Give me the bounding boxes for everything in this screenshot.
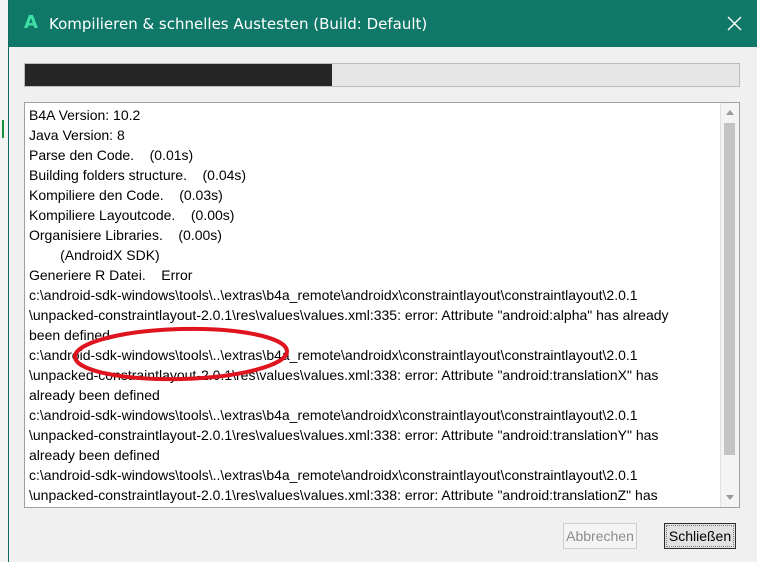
log-line: Building folders structure. (0.04s) [29,167,247,183]
log-line: been defined [29,327,110,343]
window-title: Kompilieren & schnelles Austesten (Build… [49,15,428,33]
title-bar[interactable]: A Kompilieren & schnelles Austesten (Bui… [9,0,757,47]
background-marker [2,120,4,138]
log-line: \unpacked-constraintlayout-2.0.1\res\val… [29,427,659,443]
build-log-text: B4A Version: 10.2 Java Version: 8 Parse de… [29,105,719,505]
log-line: c:\android-sdk-windows\tools\..\extras\b… [29,287,638,303]
log-line: c:\android-sdk-windows\tools\..\extras\b… [29,347,638,363]
close-button[interactable]: Schließen [664,523,736,549]
cancel-button[interactable]: Abbrechen [563,523,637,549]
log-line: c:\android-sdk-windows\tools\..\extras\b… [29,467,638,483]
build-progress-bar [24,63,740,87]
log-line: already been defined [29,447,160,463]
log-line: c:\android-sdk-windows\tools\..\extras\b… [29,407,638,423]
log-line: \unpacked-constraintlayout-2.0.1\res\val… [29,367,659,383]
log-line: Organisiere Libraries. (0.00s) [29,227,222,243]
close-button-label: Schließen [666,525,734,547]
close-window-button[interactable] [712,0,757,47]
build-log-textarea[interactable]: B4A Version: 10.2 Java Version: 8 Parse de… [24,102,740,508]
log-line: Kompiliere den Code. (0.03s) [29,187,223,203]
dialog-window: A Kompilieren & schnelles Austesten (Bui… [8,0,757,562]
log-line: \unpacked-constraintlayout-2.0.1\res\val… [29,307,669,323]
log-scrollbar[interactable] [720,103,739,507]
scroll-up-button[interactable] [722,104,738,121]
scroll-up-icon [726,110,734,115]
log-line: B4A Version: 10.2 [29,107,141,123]
progress-fill [25,64,333,86]
scroll-down-icon [726,495,734,500]
b4a-logo-icon: A [24,12,38,33]
log-line: Generiere R Datei. Error [29,267,193,283]
log-line: Java Version: 8 [29,127,125,143]
log-line: already been defined [29,387,160,403]
log-line: Parse den Code. (0.01s) [29,147,194,163]
log-line: \unpacked-constraintlayout-2.0.1\res\val… [29,487,658,503]
scroll-down-button[interactable] [722,489,738,506]
scrollbar-thumb[interactable] [724,123,735,455]
log-line: (AndroidX SDK) [29,247,160,263]
log-line: Kompiliere Layoutcode. (0.00s) [29,207,235,223]
close-icon [727,16,742,31]
